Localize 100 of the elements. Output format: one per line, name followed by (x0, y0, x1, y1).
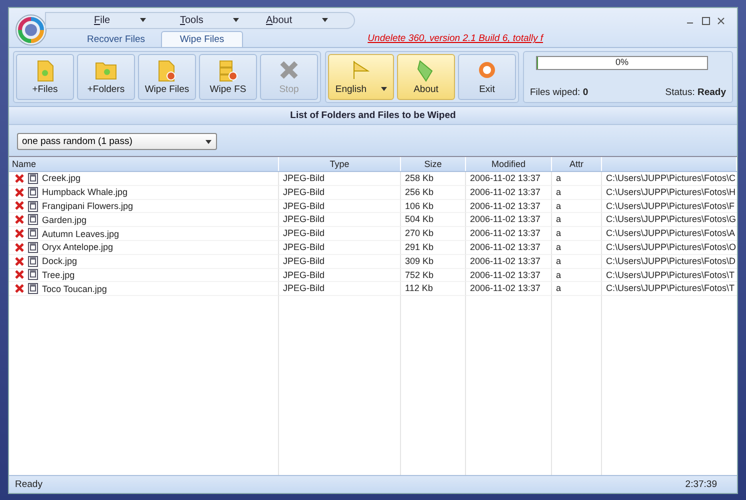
column-header[interactable]: Type (279, 157, 401, 171)
table-cell: Dock.jpg (42, 256, 78, 266)
table-cell: Creek.jpg (42, 173, 81, 184)
caret-icon (205, 140, 212, 144)
table-cell: a (556, 173, 562, 183)
table-cell: C:\Users\JUPP\Pictures\Fotos\F (606, 200, 735, 211)
status-bar-time: 2:37:39 (685, 479, 717, 490)
caret-icon (140, 18, 146, 22)
flag-icon (351, 60, 371, 80)
table-cell: 2006-11-02 13:37 (470, 270, 540, 280)
table-cell: Frangipani Flowers.jpg (42, 200, 134, 211)
table-cell: Garden.jpg (42, 214, 87, 225)
table-cell: 2006-11-02 13:37 (470, 173, 540, 183)
table-cell: a (556, 270, 562, 280)
document-plus-icon (35, 60, 55, 82)
table-cell: JPEG-Bild (283, 186, 325, 197)
toolbar-button[interactable]: Wipe Files (138, 54, 196, 100)
list-title: List of Folders and Files to be Wiped (9, 107, 737, 125)
table-cell: Autumn Leaves.jpg (42, 228, 120, 239)
delete-icon[interactable] (15, 229, 24, 238)
column-header[interactable]: Modified (466, 157, 552, 171)
menu-item[interactable]: File (86, 13, 166, 28)
table-cell: 258 Kb (405, 173, 434, 183)
image-file-icon (28, 283, 38, 294)
table-cell: JPEG-Bild (283, 214, 325, 224)
table-cell: 2006-11-02 13:37 (470, 283, 540, 294)
table-cell: Toco Toucan.jpg (42, 284, 107, 294)
table-cell: C:\Users\JUPP\Pictures\Fotos\H (606, 186, 736, 197)
table-cell: 309 Kb (405, 256, 434, 266)
delete-icon[interactable] (15, 174, 24, 183)
table-cell: JPEG-Bild (283, 283, 325, 294)
table-cell: a (556, 283, 562, 294)
toolbar-button[interactable]: Wipe FS (199, 54, 257, 100)
delete-icon[interactable] (15, 242, 24, 252)
folder-plus-icon (95, 60, 117, 80)
caret-icon (322, 18, 328, 22)
toolbar-button[interactable]: Exit (458, 54, 516, 100)
table-cell: JPEG-Bild (283, 242, 325, 252)
table-cell: a (556, 256, 562, 266)
app-logo-icon[interactable] (15, 14, 47, 46)
table-cell: 2006-11-02 13:37 (470, 214, 540, 224)
column-header[interactable]: Name (9, 157, 279, 171)
image-file-icon (28, 242, 38, 253)
table-cell: JPEG-Bild (283, 256, 325, 266)
table-cell: C:\Users\JUPP\Pictures\Fotos\G (606, 214, 736, 224)
table-cell: 291 Kb (405, 242, 434, 252)
power-icon (477, 60, 497, 80)
version-link[interactable]: Undelete 360, version 2.1 Build 6, totally f (368, 33, 543, 47)
table-cell: C:\Users\JUPP\Pictures\Fotos\D (606, 256, 736, 266)
table-cell: 2006-11-02 13:37 (470, 256, 540, 266)
wipe-method-dropdown[interactable]: one pass random (1 pass) (17, 133, 217, 150)
toolbar-button[interactable]: +Files (16, 54, 74, 100)
delete-icon[interactable] (15, 284, 24, 294)
delete-icon[interactable] (15, 270, 24, 280)
table-cell: Humpback Whale.jpg (42, 187, 128, 198)
column-header[interactable]: Attr (552, 157, 602, 171)
image-file-icon (28, 256, 38, 267)
document-delete-icon (157, 60, 177, 82)
table-cell: a (556, 200, 562, 211)
status-text: Status: Ready (665, 87, 726, 98)
image-file-icon (28, 186, 38, 198)
menu-item[interactable]: Tools (172, 13, 252, 28)
table-cell: a (556, 186, 562, 197)
image-file-icon (28, 269, 38, 280)
files-wiped-text: Files wiped: 0 (530, 87, 588, 98)
table-cell: C:\Users\JUPP\Pictures\Fotos\T (606, 270, 735, 280)
delete-icon[interactable] (15, 201, 24, 210)
table-cell: 2006-11-02 13:37 (470, 186, 540, 197)
table-cell: a (556, 214, 562, 224)
table-cell: C:\Users\JUPP\Pictures\Fotos\A (606, 228, 736, 238)
table-cell: 504 Kb (405, 214, 434, 224)
toolbar-button[interactable]: About (397, 54, 455, 100)
table-cell: 256 Kb (405, 186, 434, 197)
table-cell: C:\Users\JUPP\Pictures\Fotos\C (606, 173, 736, 183)
table-cell: JPEG-Bild (283, 173, 325, 183)
toolbar-button[interactable]: +Folders (77, 54, 135, 100)
delete-icon[interactable] (15, 215, 24, 224)
caret-icon (380, 87, 387, 92)
caret-icon (233, 18, 240, 22)
table-cell: a (556, 242, 562, 252)
delete-icon[interactable] (15, 256, 24, 266)
image-file-icon (28, 200, 38, 212)
table-cell: a (556, 228, 562, 238)
delete-icon[interactable] (15, 188, 24, 197)
database-delete-icon (218, 60, 238, 82)
tab[interactable]: Recover Files (75, 31, 157, 47)
table-cell: 2006-11-02 13:37 (470, 242, 540, 252)
progress-text: 0% (614, 57, 630, 67)
table-cell: 2006-11-02 13:37 (470, 200, 540, 211)
menu-item[interactable]: About (258, 13, 338, 28)
status-bar-text: Ready (15, 479, 42, 490)
toolbar-button[interactable]: English (328, 54, 394, 100)
tab[interactable]: Wipe Files (161, 31, 243, 47)
table-cell: 752 Kb (405, 270, 434, 280)
image-file-icon (28, 172, 38, 184)
table-cell: Oryx Antelope.jpg (42, 242, 114, 252)
table-cell: 112 Kb (405, 283, 433, 294)
image-file-icon (28, 214, 38, 226)
column-header[interactable]: Size (401, 157, 466, 171)
table-cell: JPEG-Bild (283, 228, 325, 238)
